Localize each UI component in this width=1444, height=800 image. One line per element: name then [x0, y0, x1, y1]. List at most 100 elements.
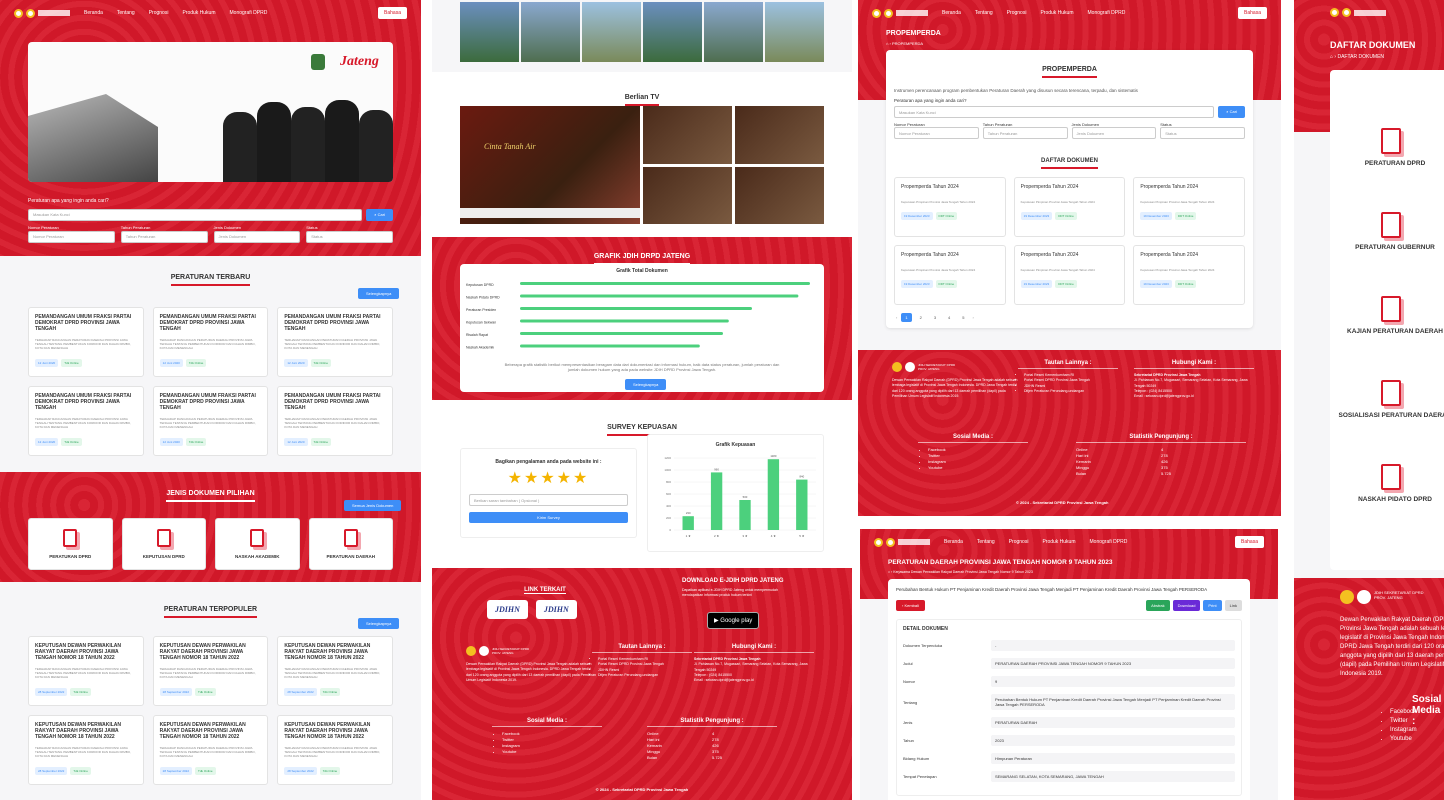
site-logo[interactable]	[872, 8, 928, 18]
document-type-card[interactable]: PERATURAN DAERAH	[308, 518, 393, 570]
nav-prognosi[interactable]: Prognosi	[149, 10, 169, 16]
all-types-button[interactable]: Semua Jenis Dokumen	[344, 500, 402, 511]
abstract-button[interactable]: Abstrak	[1146, 600, 1170, 611]
survey-submit[interactable]: Kirim Survey	[469, 512, 628, 523]
site-logo[interactable]	[874, 537, 930, 547]
nav-prognosi[interactable]: Prognosi	[1007, 10, 1027, 16]
document-type-card[interactable]: PERATURAN DPRD	[28, 518, 113, 570]
site-logo[interactable]	[1330, 8, 1386, 17]
jdihn-link[interactable]: JDIHN	[535, 600, 577, 619]
category-item[interactable]: PERATURAN DPRD	[1330, 70, 1444, 167]
document-card[interactable]: KEPUTUSAN DEWAN PERWAKILAN RAKYAT DAERAH…	[277, 715, 393, 785]
document-icon	[343, 529, 358, 547]
nav-produk-hukum[interactable]: Produk Hukum	[1042, 539, 1075, 545]
page-button[interactable]: 3	[930, 313, 940, 322]
social-link[interactable]: Twitter	[1390, 717, 1417, 726]
document-card[interactable]: PEMANDANGAN UMUM FRAKSI PARTAI DEMOKRAT …	[28, 386, 144, 456]
latest-see-all[interactable]: Selengkapnya	[358, 288, 400, 299]
filter-tahun[interactable]: Tahun Peraturan	[120, 230, 208, 243]
tv-thumb[interactable]	[735, 106, 824, 164]
filter-status[interactable]: Status	[1160, 127, 1245, 139]
language-button[interactable]: Bahasa	[1238, 7, 1267, 19]
chart-more-button[interactable]: Selengkapnya	[625, 379, 667, 390]
tv-thumb[interactable]	[735, 166, 824, 224]
jdihn-link[interactable]: JDIHN	[487, 600, 528, 619]
page-button[interactable]: 1	[901, 313, 912, 322]
social-link[interactable]: Youtube	[1390, 735, 1417, 744]
nav-monografi[interactable]: Monografi DPRD	[1090, 539, 1128, 545]
nav-monografi[interactable]: Monografi DPRD	[1088, 10, 1126, 16]
nav-tentang[interactable]: Tentang	[975, 10, 993, 16]
site-logo[interactable]	[14, 8, 70, 18]
social-link[interactable]: Facebook	[1390, 708, 1417, 717]
document-card[interactable]: KEPUTUSAN DEWAN PERWAKILAN RAKYAT DAERAH…	[152, 715, 269, 785]
social-link[interactable]: Youtube	[502, 749, 602, 755]
footer-link[interactable]: Ditjen Peraturan Perundang-undangan	[598, 673, 692, 678]
page-button[interactable]: 4	[944, 313, 954, 322]
propemperda-card[interactable]: Propemperda Tahun 2024 Keputusan Pimpinan…	[1133, 177, 1245, 237]
document-card[interactable]: PEMANDANGAN UMUM FRAKSI PARTAI DEMOKRAT …	[277, 386, 393, 456]
document-card[interactable]: PEMANDANGAN UMUM FRAKSI PARTAI DEMOKRAT …	[152, 386, 269, 456]
detail-key: Jenis	[903, 720, 913, 725]
tv-main-video[interactable]: Cinta Tanah Air	[460, 106, 640, 224]
category-label: NASKAH PIDATO DPRD	[1358, 496, 1432, 503]
page-button[interactable]: 5	[958, 313, 968, 322]
category-item[interactable]: NASKAH PIDATO DPRD	[1330, 406, 1444, 503]
document-card[interactable]: KEPUTUSAN DEWAN PERWAKILAN RAKYAT DAERAH…	[152, 636, 269, 706]
document-type-card[interactable]: NASKAH AKADEMIK	[215, 518, 300, 570]
nav-monografi[interactable]: Monografi DPRD	[230, 10, 268, 16]
tv-thumb[interactable]	[643, 166, 732, 224]
document-card[interactable]: PEMANDANGAN UMUM FRAKSI PARTAI DEMOKRAT …	[277, 307, 393, 377]
nav-produk-hukum[interactable]: Produk Hukum	[182, 10, 215, 16]
propemperda-card[interactable]: Propemperda Tahun 2024 Keputusan Pimpinan…	[894, 177, 1006, 237]
download-button[interactable]: Download	[1172, 600, 1201, 611]
page-button[interactable]: 2	[916, 313, 926, 322]
filter-nomor[interactable]: Nomor Peraturan	[28, 230, 115, 243]
propemperda-card[interactable]: Propemperda Tahun 2024 Keputusan Pimpinan…	[1013, 245, 1126, 305]
google-play-button[interactable]: ▶ Google play	[707, 612, 760, 629]
category-item[interactable]: SOSIALISASI PERATURAN DAERAH	[1330, 322, 1444, 419]
filter-nomor[interactable]: Nomor Peraturan	[894, 127, 979, 139]
nav-tentang[interactable]: Tentang	[977, 539, 995, 545]
category-item[interactable]: PERATURAN GUBERNUR	[1330, 154, 1444, 251]
propemperda-card[interactable]: Propemperda Tahun 2024 Keputusan Pimpinan…	[894, 245, 1006, 305]
document-card[interactable]: KEPUTUSAN DEWAN PERWAKILAN RAKYAT DAERAH…	[28, 715, 144, 785]
social-link[interactable]: Instagram	[1390, 726, 1417, 735]
social-link[interactable]: Youtube	[928, 465, 1028, 471]
document-card[interactable]: PEMANDANGAN UMUM FRAKSI PARTAI DEMOKRAT …	[28, 307, 144, 377]
language-button[interactable]: Bahasa	[1235, 536, 1264, 548]
prev-page-icon[interactable]: ‹	[896, 315, 897, 320]
propemperda-card[interactable]: Propemperda Tahun 2024 Keputusan Pimpinan…	[1133, 245, 1245, 305]
nav-produk-hukum[interactable]: Produk Hukum	[1040, 10, 1073, 16]
filter-jenis[interactable]: Jenis Dokumen	[1071, 127, 1157, 139]
tv-thumb[interactable]	[643, 106, 732, 164]
nav-beranda[interactable]: Beranda	[942, 10, 961, 16]
search-button[interactable]: ⌕ Cari	[1218, 106, 1245, 118]
survey-input[interactable]: Berikan saran tambahan ( Opsional )	[469, 494, 628, 506]
document-description: Perubahan Bentuk Hukum PT Penjaminan Kre…	[896, 587, 1208, 592]
filter-jenis[interactable]: Jenis Dokumen	[213, 230, 301, 243]
search-button[interactable]: ⌕ Cari	[366, 208, 393, 221]
document-card[interactable]: KEPUTUSAN DEWAN PERWAKILAN RAKYAT DAERAH…	[28, 636, 144, 706]
next-page-icon[interactable]: ›	[973, 315, 974, 320]
filter-tahun[interactable]: Tahun Peraturan	[982, 127, 1068, 139]
footer-link[interactable]: Ditjen Peraturan Perundang-undangan	[1024, 389, 1118, 394]
nav-tentang[interactable]: Tentang	[117, 10, 135, 16]
nav-beranda[interactable]: Beranda	[84, 10, 103, 16]
print-button[interactable]: Print	[1203, 600, 1222, 611]
search-input[interactable]: Masukan Kata Kunci	[894, 106, 1215, 118]
filter-status[interactable]: Status	[306, 230, 393, 243]
propemperda-card[interactable]: Propemperda Tahun 2024 Keputusan Pimpinan…	[1013, 177, 1126, 237]
popular-see-all[interactable]: Selengkapnya	[358, 618, 400, 629]
document-card[interactable]: PEMANDANGAN UMUM FRAKSI PARTAI DEMOKRAT …	[152, 307, 269, 377]
category-item[interactable]: KAJIAN PERATURAN DAERAH	[1330, 238, 1444, 335]
nav-prognosi[interactable]: Prognosi	[1009, 539, 1029, 545]
rating-stars[interactable]: ★★★★★	[461, 468, 636, 488]
nav-beranda[interactable]: Beranda	[944, 539, 963, 545]
document-card[interactable]: KEPUTUSAN DEWAN PERWAKILAN RAKYAT DAERAH…	[277, 636, 393, 706]
language-button[interactable]: Bahasa	[378, 7, 407, 19]
document-type-card[interactable]: KEPUTUSAN DPRD	[121, 518, 206, 570]
link-button[interactable]: Link	[1224, 600, 1242, 611]
search-input[interactable]: Masukan Kata Kunci	[28, 208, 363, 221]
back-button[interactable]: ‹ Kembali	[896, 600, 925, 611]
